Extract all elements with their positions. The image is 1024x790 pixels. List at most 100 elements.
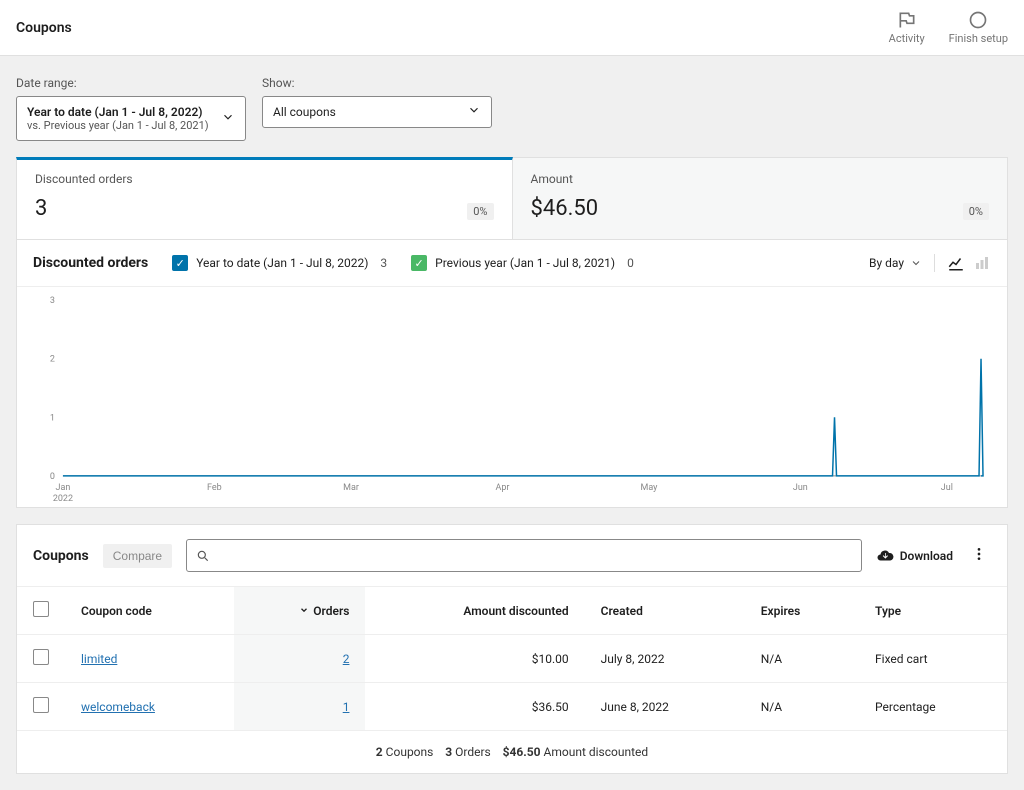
date-range-select[interactable]: Year to date (Jan 1 - Jul 8, 2022) vs. P…	[16, 96, 246, 141]
cell-orders: 2	[234, 635, 365, 683]
legend-current-count: 3	[380, 256, 387, 270]
cell-amount: $36.50	[365, 683, 584, 731]
table-footer: 2 Coupons 3 Orders $46.50 Amount discoun…	[17, 730, 1007, 773]
table-menu-button[interactable]	[967, 542, 991, 570]
chevron-down-icon	[221, 110, 235, 128]
search-wrap	[186, 539, 862, 572]
footer-orders-label: Orders	[455, 745, 491, 759]
date-range-secondary: vs. Previous year (Jan 1 - Jul 8, 2021)	[27, 119, 209, 132]
cell-code: limited	[65, 635, 234, 683]
cell-type: Percentage	[859, 683, 1007, 731]
interval-select[interactable]: By day	[869, 256, 922, 270]
summary-value: $46.50	[531, 196, 599, 221]
svg-text:Jul: Jul	[941, 483, 953, 493]
svg-text:1: 1	[50, 413, 55, 423]
flag-icon	[897, 10, 917, 30]
summary-pct: 0%	[467, 203, 493, 220]
line-chart-icon[interactable]	[947, 254, 965, 272]
summary-title: Discounted orders	[35, 172, 494, 186]
summary-title: Amount	[531, 172, 990, 186]
cell-created: June 8, 2022	[585, 683, 745, 731]
topbar-actions: Activity Finish setup	[889, 10, 1008, 45]
svg-text:Mar: Mar	[343, 483, 359, 493]
row-checkbox[interactable]	[33, 697, 49, 713]
col-created[interactable]: Created	[585, 587, 745, 635]
svg-text:Apr: Apr	[495, 483, 509, 493]
date-range-filter: Date range: Year to date (Jan 1 - Jul 8,…	[16, 76, 246, 141]
circle-icon	[968, 10, 988, 30]
table-header-row: Coupon code Orders Amount discounted Cre…	[17, 587, 1007, 635]
col-amount[interactable]: Amount discounted	[365, 587, 584, 635]
chart-title: Discounted orders	[33, 255, 148, 271]
coupons-table: Coupon code Orders Amount discounted Cre…	[17, 586, 1007, 730]
legend-previous[interactable]: ✓ Previous year (Jan 1 - Jul 8, 2021) 0	[411, 255, 634, 271]
compare-button[interactable]: Compare	[103, 544, 172, 568]
bar-chart-icon[interactable]	[973, 254, 991, 272]
orders-link[interactable]: 1	[343, 700, 350, 714]
summary-row: Discounted orders 3 0% Amount $46.50 0%	[16, 157, 1008, 240]
page-title: Coupons	[16, 20, 72, 36]
svg-text:Jan: Jan	[56, 483, 71, 493]
summary-value: 3	[35, 196, 47, 221]
search-icon	[196, 549, 210, 563]
show-label: Show:	[262, 76, 492, 90]
footer-coupons-count: 2	[376, 745, 383, 759]
filters-row: Date range: Year to date (Jan 1 - Jul 8,…	[0, 56, 1024, 157]
col-code[interactable]: Coupon code	[65, 587, 234, 635]
table-title: Coupons	[33, 548, 89, 564]
footer-orders-count: 3	[445, 745, 452, 759]
activity-label: Activity	[889, 32, 925, 45]
row-checkbox-cell	[17, 635, 65, 683]
select-all-checkbox[interactable]	[33, 601, 49, 617]
svg-text:2022: 2022	[53, 494, 73, 504]
chart-svg: 0 1 2 3 Jan Feb Mar Apr May Jun Jul 2022	[33, 291, 991, 507]
summary-discounted-orders[interactable]: Discounted orders 3 0%	[16, 157, 513, 240]
chevron-down-icon	[467, 103, 481, 121]
show-select[interactable]: All coupons	[262, 96, 492, 128]
footer-amount: $46.50	[503, 745, 541, 759]
finish-setup-label: Finish setup	[949, 32, 1008, 45]
chart-header: Discounted orders ✓ Year to date (Jan 1 …	[17, 240, 1007, 287]
coupon-link[interactable]: welcomeback	[81, 700, 155, 714]
footer-coupons-label: Coupons	[386, 745, 434, 759]
download-label: Download	[900, 549, 953, 563]
col-orders[interactable]: Orders	[234, 587, 365, 635]
svg-text:Jun: Jun	[793, 483, 808, 493]
cell-type: Fixed cart	[859, 635, 1007, 683]
table-row: limited2$10.00July 8, 2022N/AFixed cart	[17, 635, 1007, 683]
cell-expires: N/A	[745, 683, 859, 731]
chart-panel: Discounted orders ✓ Year to date (Jan 1 …	[16, 240, 1008, 508]
svg-text:Feb: Feb	[207, 483, 222, 493]
legend-current-label: Year to date (Jan 1 - Jul 8, 2022)	[196, 256, 368, 270]
svg-text:0: 0	[50, 472, 55, 482]
checkbox-checked-icon: ✓	[411, 255, 427, 271]
chevron-down-icon	[299, 604, 309, 618]
show-filter: Show: All coupons	[262, 76, 492, 141]
row-checkbox[interactable]	[33, 649, 49, 665]
table-row: welcomeback 1 $36.50June 8, 2022N/APercent…	[17, 683, 1007, 731]
legend-current[interactable]: ✓ Year to date (Jan 1 - Jul 8, 2022) 3	[172, 255, 387, 271]
kebab-icon	[971, 546, 987, 562]
view-toggle	[934, 254, 991, 272]
cloud-download-icon	[876, 547, 894, 565]
activity-button[interactable]: Activity	[889, 10, 925, 45]
col-expires[interactable]: Expires	[745, 587, 859, 635]
finish-setup-button[interactable]: Finish setup	[949, 10, 1008, 45]
svg-text:2: 2	[50, 355, 55, 365]
chevron-down-icon	[910, 257, 922, 269]
summary-amount[interactable]: Amount $46.50 0%	[513, 157, 1009, 240]
col-checkbox	[17, 587, 65, 635]
search-input[interactable]	[186, 539, 862, 572]
legend-previous-label: Previous year (Jan 1 - Jul 8, 2021)	[435, 256, 615, 270]
download-button[interactable]: Download	[876, 547, 953, 565]
cell-orders: 1	[234, 683, 365, 731]
svg-text:3: 3	[50, 296, 55, 306]
coupons-table-panel: Coupons Compare Download Coupon code Ord…	[16, 524, 1008, 774]
cell-code: welcomeback	[65, 683, 234, 731]
col-type[interactable]: Type	[859, 587, 1007, 635]
checkbox-checked-icon: ✓	[172, 255, 188, 271]
coupon-link[interactable]: limited	[81, 652, 117, 666]
cell-expires: N/A	[745, 635, 859, 683]
orders-link[interactable]: 2	[343, 652, 350, 666]
svg-text:May: May	[641, 483, 659, 493]
